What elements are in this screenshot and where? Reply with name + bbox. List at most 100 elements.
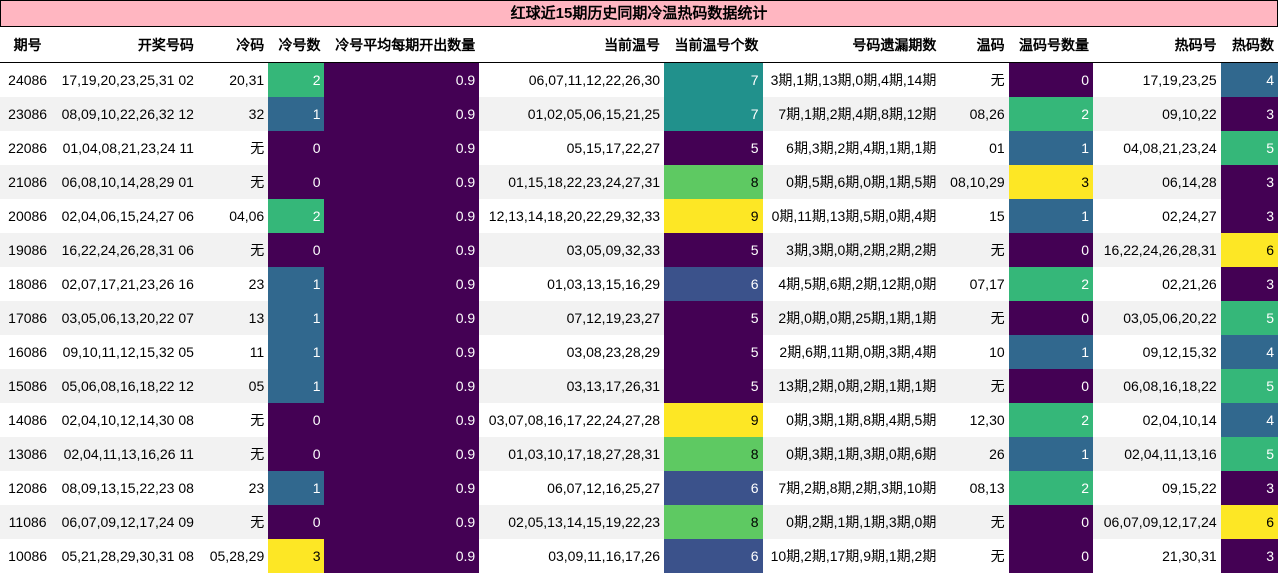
- cell-miss: 13期,2期,0期,2期,1期,1期: [762, 369, 941, 403]
- cell-warm-count: 2: [1008, 471, 1094, 505]
- col-header-cold[interactable]: 冷码: [197, 27, 269, 63]
- cell-hot: 06,07,09,12,17,24: [1093, 505, 1221, 539]
- cell-avg: 0.9: [324, 62, 480, 97]
- cell-warm-now: 01,02,05,06,15,21,25: [479, 97, 665, 131]
- table-row: 21086 06,08,10,14,28,29 01 无 0 0.9 01,15,18,2…: [0, 165, 1278, 199]
- cell-miss: 3期,3期,0期,2期,2期,2期: [762, 233, 941, 267]
- cell-warm-now-count: 8: [664, 505, 763, 539]
- cell-warm-now: 01,15,18,22,23,24,27,31: [479, 165, 665, 199]
- cell-warm-now-count: 5: [664, 233, 763, 267]
- cell-warm: 26: [940, 437, 1009, 471]
- cell-cold-count: 1: [268, 301, 325, 335]
- cell-numbers: 02,07,17,21,23,26 16: [55, 267, 198, 301]
- cell-miss: 7期,2期,8期,2期,3期,10期: [762, 471, 941, 505]
- col-header-warm-now-count[interactable]: 当前温号个数: [664, 27, 763, 63]
- cell-hot: 02,24,27: [1093, 199, 1221, 233]
- cell-warm: 无: [940, 505, 1009, 539]
- col-header-cold-count[interactable]: 冷号数: [268, 27, 325, 63]
- col-header-hot[interactable]: 热码号: [1093, 27, 1221, 63]
- cell-numbers: 09,10,11,12,15,32 05: [55, 335, 198, 369]
- cell-cold: 无: [197, 165, 269, 199]
- table-row: 12086 08,09,13,15,22,23 08 23 1 0.9 06,07,12,…: [0, 471, 1278, 505]
- cell-hot: 02,04,10,14: [1093, 403, 1221, 437]
- col-header-hot-count[interactable]: 热码数: [1220, 27, 1278, 63]
- table-title: 红球近15期历史同期冷温热码数据统计: [0, 0, 1278, 27]
- cell-cold-count: 3: [268, 539, 325, 573]
- cell-warm: 无: [940, 301, 1009, 335]
- table-row: 11086 06,07,09,12,17,24 09 无 0 0.9 02,05,13,1…: [0, 505, 1278, 539]
- cell-miss: 7期,1期,2期,4期,8期,12期: [762, 97, 941, 131]
- cell-warm-count: 2: [1008, 267, 1094, 301]
- cell-warm-now: 05,15,17,22,27: [479, 131, 665, 165]
- cell-cold-count: 0: [268, 403, 325, 437]
- cell-numbers: 01,04,08,21,23,24 11: [55, 131, 198, 165]
- cell-avg: 0.9: [324, 335, 480, 369]
- cell-warm-now: 02,05,13,14,15,19,22,23: [479, 505, 665, 539]
- cell-numbers: 02,04,06,15,24,27 06: [55, 199, 198, 233]
- cell-period: 22086: [0, 131, 56, 165]
- cell-warm-count: 0: [1008, 233, 1094, 267]
- cell-period: 19086: [0, 233, 56, 267]
- cell-cold-count: 1: [268, 97, 325, 131]
- table-row: 20086 02,04,06,15,24,27 06 04,06 2 0.9 12,13,…: [0, 199, 1278, 233]
- cell-cold-count: 0: [268, 165, 325, 199]
- cell-numbers: 05,06,08,16,18,22 12: [55, 369, 198, 403]
- cell-avg: 0.9: [324, 369, 480, 403]
- col-header-avg[interactable]: 冷号平均每期开出数量: [324, 27, 480, 63]
- cell-hot: 09,12,15,32: [1093, 335, 1221, 369]
- cell-warm-count: 1: [1008, 437, 1094, 471]
- cell-numbers: 02,04,10,12,14,30 08: [55, 403, 198, 437]
- cell-hot-count: 5: [1220, 369, 1278, 403]
- cell-cold: 无: [197, 403, 269, 437]
- cell-cold: 无: [197, 131, 269, 165]
- cell-hot-count: 4: [1220, 335, 1278, 369]
- cell-cold-count: 1: [268, 267, 325, 301]
- cell-hot-count: 6: [1220, 505, 1278, 539]
- col-header-numbers[interactable]: 开奖号码: [55, 27, 198, 63]
- cell-numbers: 06,07,09,12,17,24 09: [55, 505, 198, 539]
- cell-period: 23086: [0, 97, 56, 131]
- cell-miss: 0期,11期,13期,5期,0期,4期: [762, 199, 941, 233]
- cell-period: 24086: [0, 62, 56, 97]
- table-row: 23086 08,09,10,22,26,32 12 32 1 0.9 01,02,05,…: [0, 97, 1278, 131]
- cell-warm-now-count: 8: [664, 165, 763, 199]
- cell-warm-now: 12,13,14,18,20,22,29,32,33: [479, 199, 665, 233]
- col-header-warm[interactable]: 温码: [940, 27, 1009, 63]
- table-row: 15086 05,06,08,16,18,22 12 05 1 0.9 03,13,17,…: [0, 369, 1278, 403]
- cell-miss: 4期,5期,6期,2期,12期,0期: [762, 267, 941, 301]
- cell-warm-now-count: 8: [664, 437, 763, 471]
- cell-warm: 12,30: [940, 403, 1009, 437]
- col-header-miss[interactable]: 号码遗漏期数: [762, 27, 941, 63]
- cell-hot: 09,10,22: [1093, 97, 1221, 131]
- table-row: 19086 16,22,24,26,28,31 06 无 0 0.9 03,05,09,3…: [0, 233, 1278, 267]
- cell-warm-now-count: 5: [664, 131, 763, 165]
- cell-numbers: 03,05,06,13,20,22 07: [55, 301, 198, 335]
- cell-cold: 23: [197, 267, 269, 301]
- cell-cold: 32: [197, 97, 269, 131]
- cell-miss: 10期,2期,17期,9期,1期,2期: [762, 539, 941, 573]
- col-header-warm-count[interactable]: 温码号数量: [1008, 27, 1094, 63]
- cell-warm-now: 07,12,19,23,27: [479, 301, 665, 335]
- cell-warm-count: 2: [1008, 97, 1094, 131]
- cell-period: 21086: [0, 165, 56, 199]
- cell-hot: 02,04,11,13,16: [1093, 437, 1221, 471]
- cell-cold-count: 1: [268, 335, 325, 369]
- cell-hot: 17,19,23,25: [1093, 62, 1221, 97]
- col-header-warm-now[interactable]: 当前温号: [479, 27, 665, 63]
- cell-cold: 20,31: [197, 62, 269, 97]
- cell-warm-now-count: 7: [664, 97, 763, 131]
- cell-warm-count: 1: [1008, 131, 1094, 165]
- col-header-period[interactable]: 期号: [0, 27, 56, 63]
- cell-hot-count: 5: [1220, 131, 1278, 165]
- cell-cold-count: 0: [268, 505, 325, 539]
- cell-numbers: 06,08,10,14,28,29 01: [55, 165, 198, 199]
- cell-period: 11086: [0, 505, 56, 539]
- cell-warm-now-count: 5: [664, 335, 763, 369]
- cell-avg: 0.9: [324, 131, 480, 165]
- table-row: 14086 02,04,10,12,14,30 08 无 0 0.9 03,07,08,1…: [0, 403, 1278, 437]
- table-row: 18086 02,07,17,21,23,26 16 23 1 0.9 01,03,13,…: [0, 267, 1278, 301]
- cell-warm: 07,17: [940, 267, 1009, 301]
- cell-warm-count: 0: [1008, 505, 1094, 539]
- cell-miss: 0期,3期,1期,3期,0期,6期: [762, 437, 941, 471]
- cell-cold: 13: [197, 301, 269, 335]
